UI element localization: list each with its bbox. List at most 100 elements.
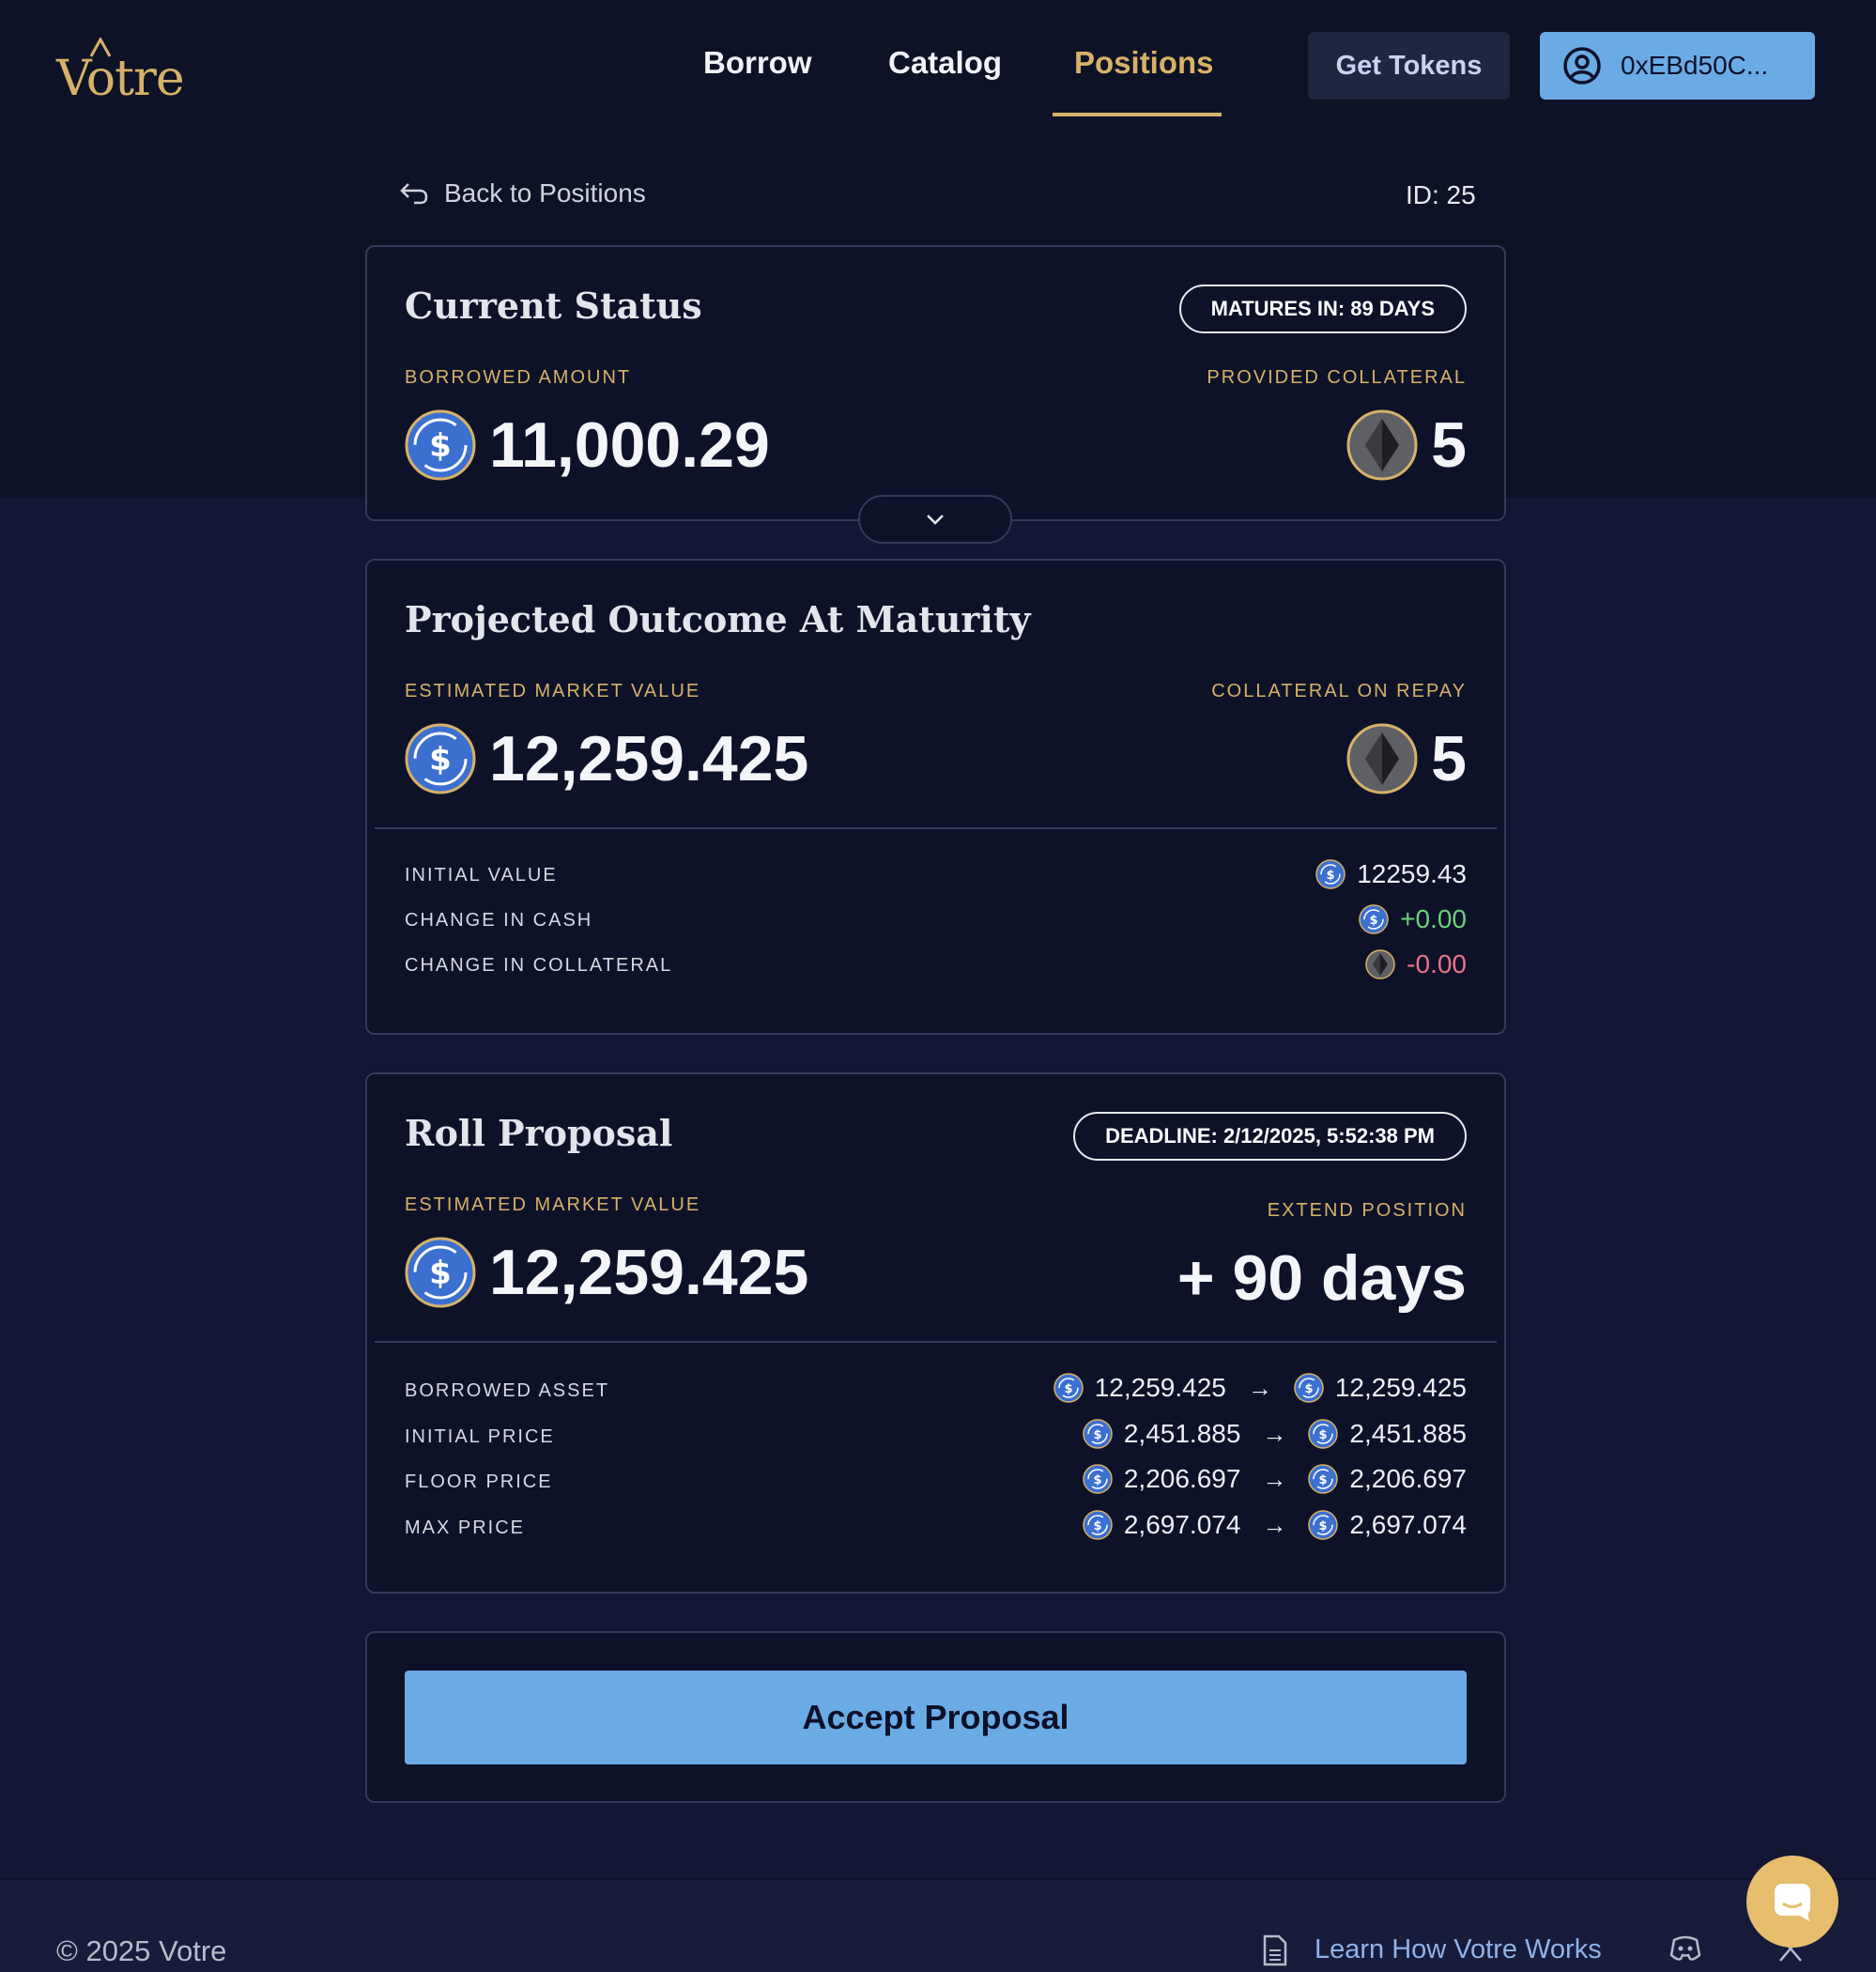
svg-text:$: $ (1319, 1519, 1328, 1533)
usdc-coin-icon: $ (1083, 1510, 1113, 1540)
accept-proposal-button[interactable]: Accept Proposal (405, 1671, 1467, 1764)
roll-label: MAX PRICE (405, 1518, 526, 1538)
usdc-coin-icon: $ (1308, 1464, 1339, 1494)
chevron-down-icon (927, 515, 944, 525)
divider (375, 827, 1497, 829)
from-text: 2,451.885 (1123, 1419, 1241, 1448)
usdc-coin-icon: $ (1315, 859, 1345, 889)
roll-row-max-price: MAX PRICE $ 2,697.074 → $ 2,697.074 (405, 1510, 1467, 1548)
to-value: $ 2,451.885 (1308, 1419, 1467, 1449)
votre-logo[interactable]: Votre (56, 38, 185, 107)
projected-outcome-card: Projected Outcome At Maturity ESTIMATED … (365, 559, 1506, 1035)
market-value: 12,259.425 (489, 1237, 809, 1308)
accept-card: Accept Proposal (365, 1631, 1506, 1803)
from-value: $ 2,206.697 (1083, 1464, 1240, 1494)
back-label: Back to Positions (444, 178, 646, 208)
to-text: 12,259.425 (1334, 1373, 1467, 1402)
to-value: $ 12,259.425 (1294, 1373, 1467, 1403)
to-text: 2,697.074 (1349, 1510, 1467, 1539)
to-value: $ 2,697.074 (1308, 1510, 1467, 1540)
svg-text:$: $ (1370, 914, 1378, 928)
from-value: $ 12,259.425 (1053, 1373, 1226, 1403)
expand-status-toggle[interactable] (858, 495, 1012, 544)
top-nav: Votre Borrow Catalog Positions Get Token… (0, 0, 1876, 131)
detail-row-change-in-collateral: CHANGE IN COLLATERAL -0.00 (405, 949, 1467, 987)
wallet-button[interactable]: 0xEBd50C... (1540, 32, 1815, 100)
return-arrow-icon (400, 183, 428, 205)
market-value-label: ESTIMATED MARKET VALUE (405, 681, 701, 701)
chat-support-button[interactable] (1746, 1856, 1838, 1948)
estimated-market-value: $ 12,259.425 (405, 1236, 808, 1309)
eth-coin-icon (1365, 949, 1395, 979)
detail-label: CHANGE IN CASH (405, 910, 593, 931)
wallet-address: 0xEBd50C... (1621, 51, 1769, 80)
back-to-positions-link[interactable]: Back to Positions (399, 178, 646, 208)
roll-values: $ 2,451.885 → $ 2,451.885 (1083, 1419, 1467, 1449)
divider (375, 1341, 1497, 1343)
roll-values: $ 12,259.425 → $ 12,259.425 (1053, 1373, 1467, 1403)
svg-text:$: $ (1319, 1428, 1328, 1442)
svg-text:$: $ (1093, 1473, 1101, 1487)
svg-text:$: $ (1304, 1382, 1313, 1396)
collateral-on-repay-label: COLLATERAL ON REPAY (1211, 681, 1467, 701)
detail-value: $ +0.00 (1359, 904, 1467, 934)
learn-how-link[interactable]: Learn How Votre Works (1315, 1934, 1602, 1965)
provided-collateral: 5 (1346, 408, 1467, 482)
roll-label: FLOOR PRICE (405, 1471, 553, 1492)
usdc-coin-icon: $ (1308, 1419, 1339, 1449)
roll-label: INITIAL PRICE (405, 1426, 555, 1447)
borrowed-value: 11,000.29 (489, 409, 770, 481)
usdc-coin-icon: $ (405, 1237, 476, 1308)
right-arrow-icon: → (1262, 1419, 1287, 1448)
footer: © 2025 Votre Learn How Votre Works (0, 1880, 1876, 1972)
detail-label: INITIAL VALUE (405, 865, 558, 886)
svg-text:$: $ (429, 1255, 452, 1292)
copyright: © 2025 Votre (56, 1934, 227, 1967)
extend-position-label: EXTEND POSITION (1267, 1200, 1467, 1221)
get-tokens-label: Get Tokens (1335, 50, 1483, 81)
to-value: $ 2,206.697 (1308, 1464, 1467, 1494)
deadline-badge-text: DEADLINE: 2/12/2025, 5:52:38 PM (1105, 1124, 1435, 1148)
collateral-value: 5 (1431, 723, 1467, 794)
logo-text: Votre (56, 51, 185, 107)
nav-catalog[interactable]: Catalog (888, 45, 1002, 81)
roll-row-floor-price: FLOOR PRICE $ 2,206.697 → $ 2,206.697 (405, 1464, 1467, 1502)
svg-text:$: $ (1093, 1428, 1101, 1442)
card-title: Current Status (405, 285, 702, 327)
from-value: $ 2,697.074 (1083, 1510, 1241, 1540)
nav-borrow[interactable]: Borrow (703, 45, 812, 81)
usdc-coin-icon: $ (1359, 904, 1389, 934)
market-value: 12,259.425 (489, 723, 809, 794)
usdc-coin-icon: $ (405, 409, 476, 481)
from-text: 2,697.074 (1123, 1510, 1241, 1539)
card-title: Roll Proposal (405, 1112, 673, 1154)
active-tab-indicator (1053, 113, 1222, 116)
maturity-badge-text: MATURES IN: 89 DAYS (1210, 297, 1435, 320)
current-status-card: Current Status MATURES IN: 89 DAYS BORRO… (365, 245, 1506, 521)
nav-positions[interactable]: Positions (1074, 45, 1214, 81)
borrowed-amount-label: BORROWED AMOUNT (405, 367, 632, 388)
from-text: 12,259.425 (1094, 1373, 1226, 1402)
provided-collateral-label: PROVIDED COLLATERAL (1207, 367, 1467, 388)
accept-label: Accept Proposal (802, 1698, 1069, 1736)
to-text: 2,451.885 (1349, 1419, 1467, 1448)
right-arrow-icon: → (1262, 1464, 1287, 1493)
extend-position-value: + 90 days (1177, 1241, 1467, 1315)
roll-label: BORROWED ASSET (405, 1380, 610, 1401)
roll-values: $ 2,697.074 → $ 2,697.074 (1083, 1510, 1467, 1540)
collateral-on-repay: 5 (1346, 722, 1467, 795)
card-title: Projected Outcome At Maturity (405, 598, 1031, 640)
get-tokens-button[interactable]: Get Tokens (1308, 32, 1510, 100)
market-value-label: ESTIMATED MARKET VALUE (405, 1194, 701, 1215)
right-arrow-icon: → (1262, 1510, 1287, 1539)
svg-text:$: $ (1319, 1473, 1328, 1487)
svg-text:$: $ (429, 427, 452, 465)
chat-icon (1775, 1884, 1810, 1921)
extend-days: + 90 days (1176, 1242, 1467, 1314)
document-icon (1263, 1934, 1287, 1966)
initial-value: 12259.43 (1357, 859, 1467, 888)
estimated-market-value: $ 12,259.425 (405, 722, 808, 795)
svg-text:$: $ (1093, 1519, 1101, 1533)
discord-icon[interactable] (1669, 1934, 1701, 1963)
deadline-badge: DEADLINE: 2/12/2025, 5:52:38 PM (1073, 1112, 1467, 1161)
